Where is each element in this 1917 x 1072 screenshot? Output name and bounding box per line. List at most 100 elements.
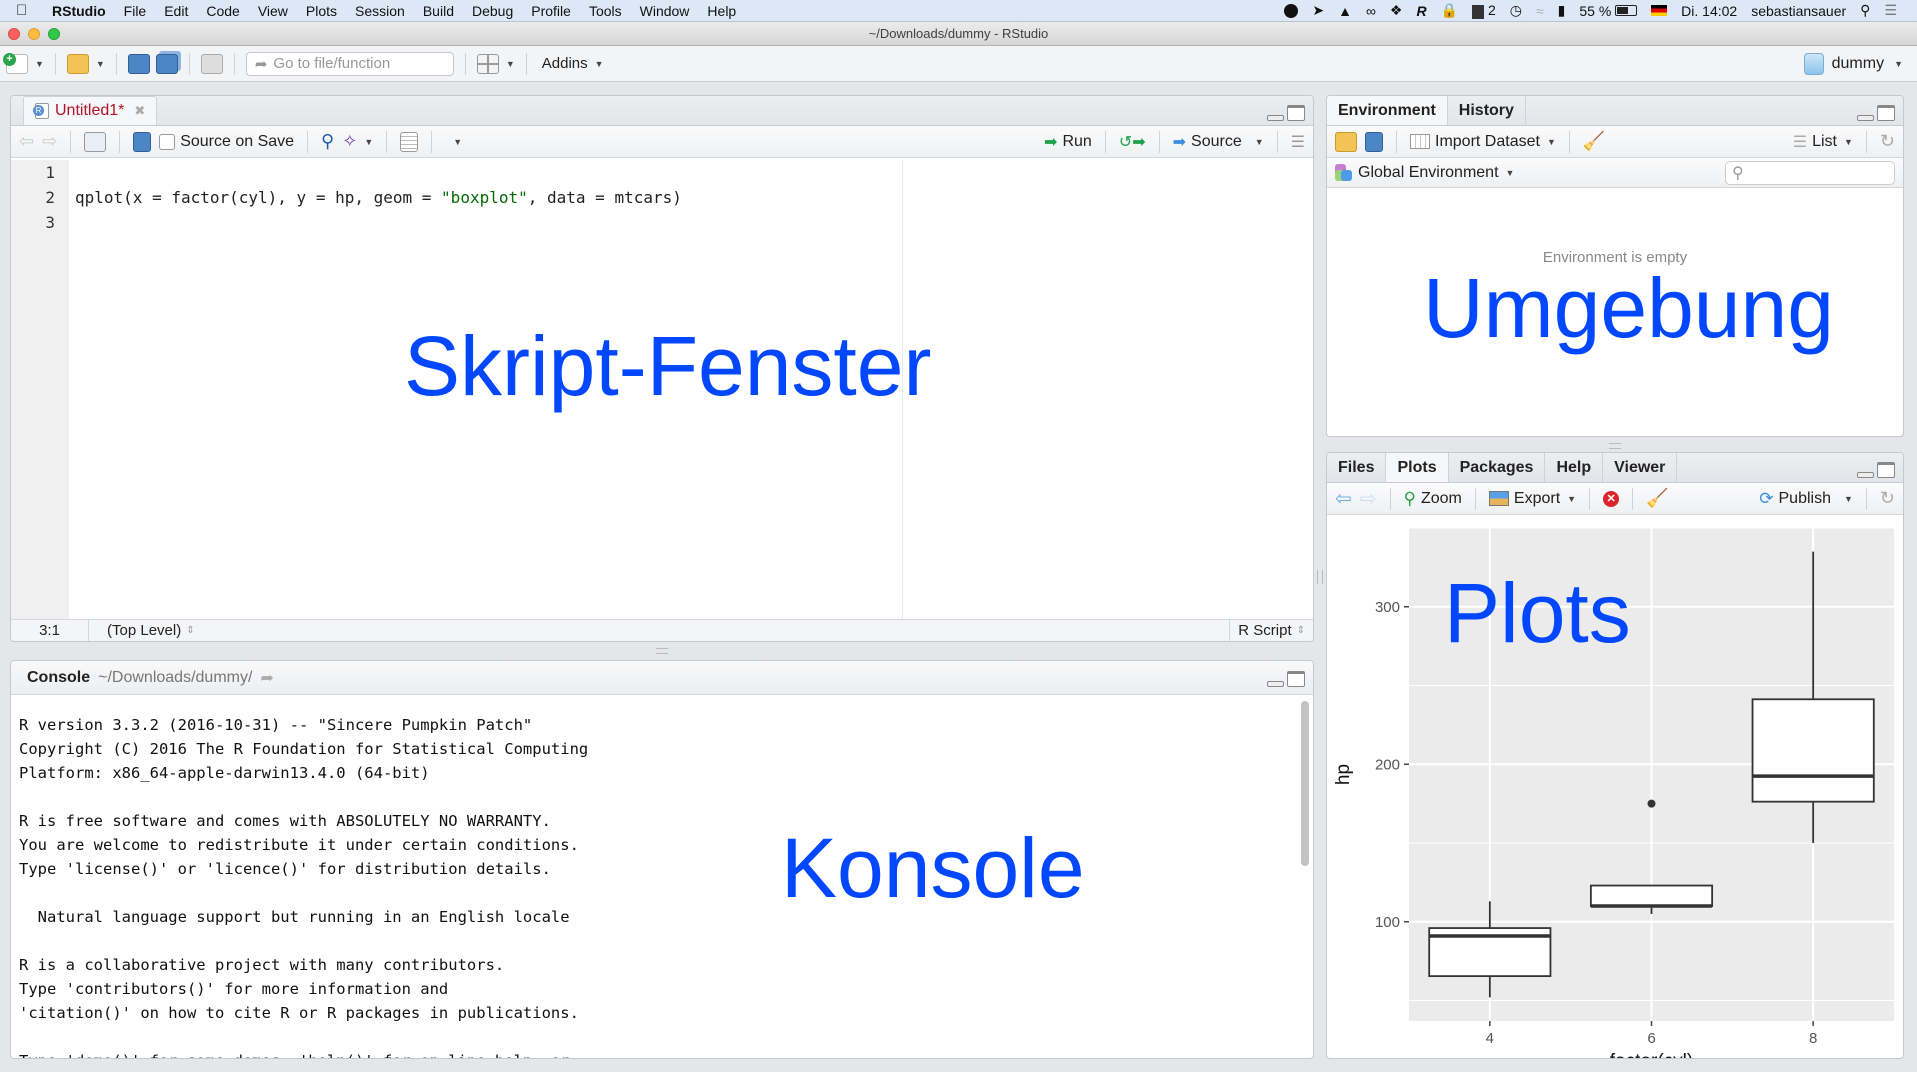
dropbox-icon[interactable]: ❖	[1390, 2, 1403, 19]
minimize-pane-button[interactable]	[1267, 115, 1284, 121]
rerun-icon[interactable]: ↺➡	[1119, 132, 1146, 152]
tab-history[interactable]: History	[1448, 96, 1526, 125]
publish-button[interactable]: ⟳ Publish ▼	[1759, 489, 1853, 509]
menu-session[interactable]: Session	[346, 3, 414, 19]
maximize-pane-button[interactable]	[1287, 671, 1305, 687]
tab-packages[interactable]: Packages	[1449, 453, 1546, 482]
menu-plots[interactable]: Plots	[297, 3, 346, 19]
clock[interactable]: Di. 14:02	[1681, 3, 1737, 19]
menu-view[interactable]: View	[249, 3, 297, 19]
console-title[interactable]: Console	[27, 669, 90, 687]
code-tools-button[interactable]: ✧ ▼	[342, 131, 373, 152]
more-options-dropdown[interactable]: ▼	[453, 137, 462, 147]
tab-environment[interactable]: Environment	[1327, 96, 1448, 125]
document-outline-icon[interactable]: ☰	[1291, 132, 1305, 152]
clear-all-plots-icon[interactable]: 🧹	[1646, 488, 1668, 509]
menu-file[interactable]: File	[115, 3, 156, 19]
notification-center-icon[interactable]: ☰	[1884, 2, 1897, 19]
tab-viewer[interactable]: Viewer	[1603, 453, 1678, 482]
horizontal-splitter-handle[interactable]	[1609, 443, 1621, 449]
run-button[interactable]: ➡ Run	[1044, 132, 1092, 152]
forward-arrow-icon[interactable]: ⇨	[42, 131, 57, 152]
menu-code[interactable]: Code	[197, 3, 248, 19]
menu-debug[interactable]: Debug	[463, 3, 522, 19]
tab-plots[interactable]: Plots	[1386, 453, 1449, 482]
maximize-pane-button[interactable]	[1877, 105, 1895, 121]
checkbox-box[interactable]	[159, 133, 176, 150]
source-button[interactable]: ➡ Source ▼	[1173, 132, 1264, 152]
new-file-button[interactable]: + ▼	[3, 52, 44, 74]
compile-report-icon[interactable]	[400, 131, 419, 152]
tab-untitled1[interactable]: R Untitled1* ✖	[23, 96, 158, 125]
refresh-icon[interactable]: ↻	[1880, 488, 1895, 509]
project-menu[interactable]: dummy ▼	[1803, 52, 1903, 75]
menu-tools[interactable]: Tools	[580, 3, 631, 19]
volume-icon[interactable]: ▮	[1558, 2, 1566, 19]
broom-clear-icon[interactable]: 🧹	[1583, 131, 1605, 152]
1password-icon[interactable]	[1284, 3, 1299, 18]
open-file-button[interactable]: ▼	[66, 53, 105, 74]
app-menu[interactable]: RStudio	[38, 3, 115, 19]
scope-selector[interactable]: (Top Level) ⇕	[89, 622, 195, 639]
maximize-pane-button[interactable]	[1287, 105, 1305, 121]
show-in-window-icon[interactable]	[84, 131, 107, 152]
glasses-icon[interactable]: ∞	[1366, 3, 1376, 19]
remove-plot-icon[interactable]: ✕	[1603, 490, 1620, 507]
horizontal-splitter-handle[interactable]	[656, 648, 668, 654]
minimize-pane-button[interactable]	[1857, 115, 1874, 121]
code-line[interactable]: qplot(x = factor(cyl), y = hp, geom = "b…	[75, 185, 1313, 210]
minimize-pane-button[interactable]	[1857, 472, 1874, 478]
wifi-icon[interactable]: ≈	[1536, 3, 1544, 19]
pane-layout-button[interactable]: ▼	[476, 53, 515, 74]
import-dataset-button[interactable]: Import Dataset ▼	[1410, 133, 1556, 151]
time-machine-icon[interactable]: ◷	[1510, 2, 1522, 19]
menu-build[interactable]: Build	[414, 3, 463, 19]
file-type-selector[interactable]: R Script ⇕	[1229, 620, 1313, 641]
tab-help[interactable]: Help	[1545, 453, 1604, 482]
go-to-file-input[interactable]: ➦ Go to file/function	[245, 51, 454, 76]
script-app-icon[interactable]: R	[1416, 3, 1426, 19]
german-flag-icon[interactable]	[1651, 5, 1668, 16]
refresh-icon[interactable]: ↻	[1880, 131, 1895, 152]
todo-app-icon[interactable]: 2	[1472, 2, 1496, 19]
save-workspace-icon[interactable]	[1365, 131, 1383, 152]
code-line[interactable]	[75, 160, 1313, 185]
minimize-pane-button[interactable]	[1267, 681, 1284, 687]
google-drive-icon[interactable]: ▲	[1338, 3, 1352, 19]
addins-menu[interactable]: Addins ▼	[538, 55, 604, 72]
go-to-directory-icon[interactable]: ➦	[260, 668, 273, 688]
spotlight-search-icon[interactable]: ⚲	[1860, 2, 1870, 19]
export-button[interactable]: Export ▼	[1488, 490, 1576, 508]
minimize-window-button[interactable]	[28, 28, 40, 40]
view-mode-dropdown[interactable]: ☰ List ▼	[1793, 132, 1853, 152]
save-icon[interactable]	[127, 53, 150, 74]
menu-profile[interactable]: Profile	[522, 3, 580, 19]
load-workspace-icon[interactable]	[1335, 131, 1357, 152]
next-plot-icon[interactable]: ⇨	[1360, 486, 1377, 511]
maximize-pane-button[interactable]	[1877, 462, 1895, 478]
previous-plot-icon[interactable]: ⇦	[1335, 486, 1352, 511]
code-line[interactable]	[75, 210, 1313, 235]
zoom-window-button[interactable]	[48, 28, 60, 40]
save-icon[interactable]	[133, 131, 152, 152]
close-tab-icon[interactable]: ✖	[134, 103, 145, 119]
tab-files[interactable]: Files	[1327, 453, 1387, 482]
console-output[interactable]: R version 3.3.2 (2016-10-31) -- "Sincere…	[19, 713, 1289, 1058]
source-on-save-checkbox[interactable]: Source on Save	[159, 133, 294, 151]
close-window-button[interactable]	[8, 28, 20, 40]
print-icon[interactable]	[200, 53, 223, 74]
menu-window[interactable]: Window	[631, 3, 699, 19]
lock-icon[interactable]: 🔒	[1441, 2, 1458, 19]
apple-menu-icon[interactable]: 	[16, 2, 38, 19]
zoom-button[interactable]: ⚲ Zoom	[1404, 489, 1462, 509]
battery-status[interactable]: 55 %	[1579, 3, 1638, 19]
vertical-splitter-handle[interactable]	[1317, 570, 1323, 584]
find-replace-icon[interactable]: ⚲	[321, 131, 334, 152]
menu-help[interactable]: Help	[698, 3, 745, 19]
save-all-icon[interactable]	[155, 53, 178, 74]
user-name[interactable]: sebastiansauer	[1751, 3, 1846, 19]
environment-search-input[interactable]: ⚲	[1725, 160, 1895, 185]
environment-scope-dropdown[interactable]: Global Environment ▼	[1335, 163, 1514, 182]
back-arrow-icon[interactable]: ⇦	[19, 131, 34, 152]
console-scrollbar[interactable]	[1301, 701, 1309, 866]
